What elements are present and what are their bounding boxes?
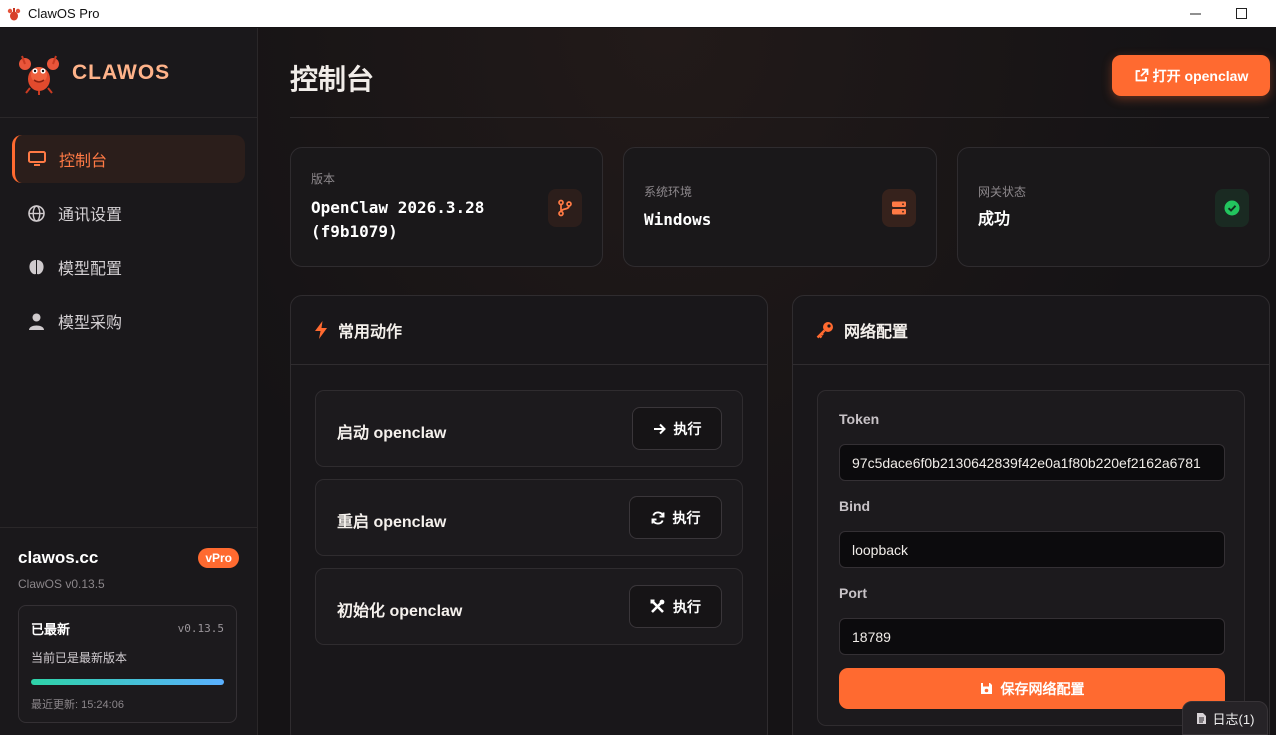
token-label: Token [839,411,880,427]
sidebar-nav: 控制台 通讯设置 模型配置 模型采购 [0,118,257,345]
main-content: 控制台 打开 openclaw 版本 OpenClaw 2026.3.28 (f… [258,28,1276,735]
brand[interactable]: CLAWOS [0,28,257,118]
sidebar-item-label: 模型配置 [58,261,123,278]
minimize-button[interactable] [1172,0,1218,27]
sidebar-item-label: 通讯设置 [58,207,123,224]
network-config-card: Token 97c5dace6f0b2130642839f42e0a1f80b2… [817,390,1245,726]
stat-card-gateway: 网关状态 成功 [957,147,1270,267]
stat-value: OpenClaw 2026.3.28 (f9b1079) [311,198,485,241]
sidebar-footer: clawos.cc vPro ClawOS v0.13.5 已最新 v0.13.… [0,527,257,735]
arrow-right-icon [653,423,666,434]
globe-icon [26,203,46,223]
actions-panel-header: 常用动作 [291,296,767,365]
stat-label: 版本 [311,172,336,186]
open-button-label: 打开 openclaw [1152,67,1249,84]
action-restart: 重启 openclaw 执行 [315,479,743,556]
tools-icon [650,599,665,613]
update-progress-bar [31,679,224,685]
bind-input[interactable]: loopback [839,531,1225,568]
update-status: 已最新 [31,622,71,637]
app-version: ClawOS v0.13.5 [18,577,105,591]
brand-name: CLAWOS [72,60,171,84]
open-openclaw-button[interactable]: 打开 openclaw [1112,55,1270,96]
plan-badge: vPro [198,548,239,568]
port-label: Port [839,585,867,601]
update-last-time: 最近更新: 15:24:06 [31,699,124,711]
update-message: 当前已是最新版本 [31,651,128,665]
sidebar-item-model-config[interactable]: 模型配置 [12,243,245,291]
update-progress-fill [31,679,224,685]
lobster-logo-icon [19,55,59,95]
log-button-label: 日志(1) [1212,711,1255,727]
external-link-icon [1135,68,1149,82]
stat-value: 成功 [978,211,1011,228]
stat-label: 系统环境 [644,185,693,199]
action-start: 启动 openclaw 执行 [315,390,743,467]
port-input[interactable]: 18789 [839,618,1225,655]
brain-icon [26,257,46,277]
minimize-icon [1189,13,1201,15]
bind-label: Bind [839,498,871,514]
stat-card-version: 版本 OpenClaw 2026.3.28 (f9b1079) [290,147,603,267]
key-icon [816,322,833,339]
sidebar-item-dashboard[interactable]: 控制台 [12,135,245,183]
window-titlebar: ClawOS Pro [0,0,1276,27]
server-icon [882,189,916,227]
maximize-button[interactable] [1218,0,1264,27]
save-button-label: 保存网络配置 [1000,680,1085,697]
network-panel-header: 网络配置 [793,296,1269,365]
sidebar: CLAWOS 控制台 通讯设置 模型配置 模型采购 clawos.cc vPro… [0,28,258,735]
check-circle-icon [1215,189,1249,227]
action-initialize: 初始化 openclaw 执行 [315,568,743,645]
sidebar-item-label: 控制台 [59,153,108,170]
bolt-icon [315,321,327,339]
window-title: ClawOS Pro [28,6,100,21]
stat-card-environment: 系统环境 Windows [623,147,937,267]
git-branch-icon [548,189,582,227]
page-title: 控制台 [290,64,375,95]
maximize-icon [1235,8,1247,19]
action-label: 重启 openclaw [337,514,447,531]
execute-restart-button[interactable]: 执行 [629,496,722,539]
network-panel: 网络配置 Token 97c5dace6f0b2130642839f42e0a1… [792,295,1270,735]
stat-value: Windows [644,210,712,229]
monitor-icon [27,149,47,169]
save-icon [980,683,992,694]
actions-panel-title: 常用动作 [338,324,403,341]
action-label: 启动 openclaw [337,425,447,442]
document-icon [1196,712,1206,724]
execute-label: 执行 [673,420,702,437]
execute-start-button[interactable]: 执行 [632,407,722,450]
log-button[interactable]: 日志(1) [1182,701,1268,735]
actions-panel: 常用动作 启动 openclaw 执行 重启 openclaw 执行 初始化 o… [290,295,768,735]
sidebar-item-model-purchase[interactable]: 模型采购 [12,297,245,345]
network-panel-title: 网络配置 [844,324,909,341]
user-icon [26,311,46,331]
update-card: 已最新 v0.13.5 当前已是最新版本 最近更新: 15:24:06 [18,605,237,723]
sidebar-item-label: 模型采购 [58,315,123,332]
execute-label: 执行 [672,509,701,526]
execute-label: 执行 [673,598,701,615]
stat-label: 网关状态 [978,185,1027,199]
save-network-config-button[interactable]: 保存网络配置 [839,668,1225,709]
update-version: v0.13.5 [177,622,224,635]
refresh-icon [651,510,664,525]
token-input[interactable]: 97c5dace6f0b2130642839f42e0a1f80b220ef21… [839,444,1225,481]
lobster-icon [7,7,21,20]
divider [290,117,1269,118]
site-name[interactable]: clawos.cc [18,548,98,568]
action-label: 初始化 openclaw [337,603,463,620]
execute-initialize-button[interactable]: 执行 [629,585,722,628]
sidebar-item-communication[interactable]: 通讯设置 [12,189,245,237]
